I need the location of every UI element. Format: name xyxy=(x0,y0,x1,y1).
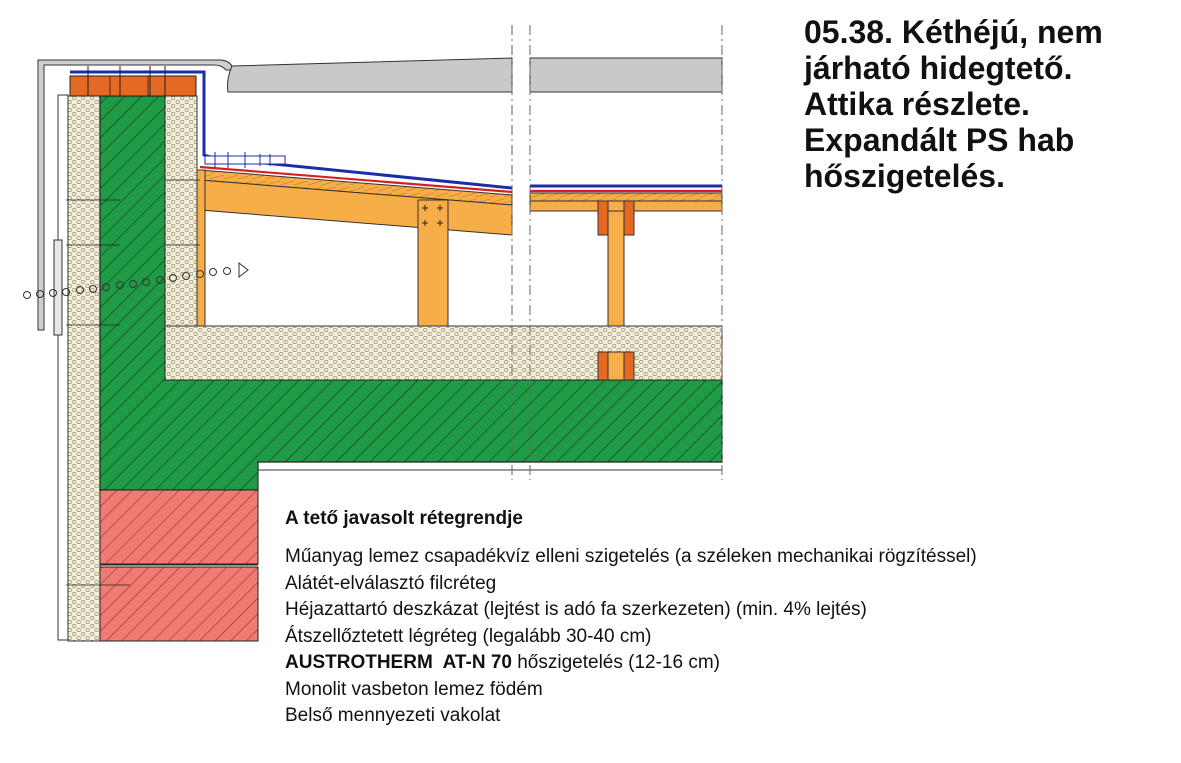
parapet-timber-post xyxy=(196,169,206,327)
title-line: Attika részlete. xyxy=(804,86,1030,122)
title-line: hőszigetelés. xyxy=(804,158,1005,194)
roof-gray-sheet-right xyxy=(529,57,723,93)
title-line: Expandált PS hab xyxy=(804,122,1075,158)
layer-legend: A tető javasolt rétegrendje Műanyag leme… xyxy=(285,508,977,730)
legend-layer: Héjazattartó deszkázat (lejtést is adó f… xyxy=(285,599,867,620)
product-name: AUSTROTHERM AT-N 70 xyxy=(285,652,512,673)
legend-layer: Műanyag lemez csapadékvíz elleni szigete… xyxy=(285,546,977,567)
timber-post xyxy=(417,199,449,327)
roof-edge-gray-sheet xyxy=(227,57,513,93)
legend-layer: Monolit vasbeton lemez födém xyxy=(285,678,543,700)
legend-layer: Belső mennyezeti vakolat xyxy=(285,705,501,726)
right-sill-block xyxy=(597,351,609,381)
outer-render-layer xyxy=(57,94,69,641)
right-post-clamp xyxy=(597,200,609,236)
parapet-timber-plank xyxy=(69,75,197,97)
legend-layer: Átszellőztetett légréteg (legalább 30-40… xyxy=(285,625,652,647)
brick-wall-lower xyxy=(99,566,259,642)
right-timber-post xyxy=(607,210,625,327)
legend-layer-insulation: AUSTROTHERM AT-N 70 hőszigetelés (12-16 … xyxy=(285,650,977,677)
legend-heading: A tető javasolt rétegrendje xyxy=(285,508,523,529)
slab-insulation xyxy=(164,325,723,381)
legend-layer: Alátét-elválasztó filcréteg xyxy=(285,572,497,594)
brick-wall-upper xyxy=(99,489,259,565)
drawing-title: 05.38. Kéthéjú, nem járható hidegtető. A… xyxy=(804,14,1164,194)
parapet-insulation xyxy=(164,95,198,327)
roof-decking-right xyxy=(529,192,723,202)
title-line: 05.38. Kéthéjú, nem xyxy=(804,14,1103,50)
ventilation-grille xyxy=(53,239,63,336)
title-line: járható hidegtető. xyxy=(804,50,1073,86)
wall-insulation xyxy=(67,95,101,642)
legend-layer: hőszigetelés (12-16 cm) xyxy=(517,652,720,673)
